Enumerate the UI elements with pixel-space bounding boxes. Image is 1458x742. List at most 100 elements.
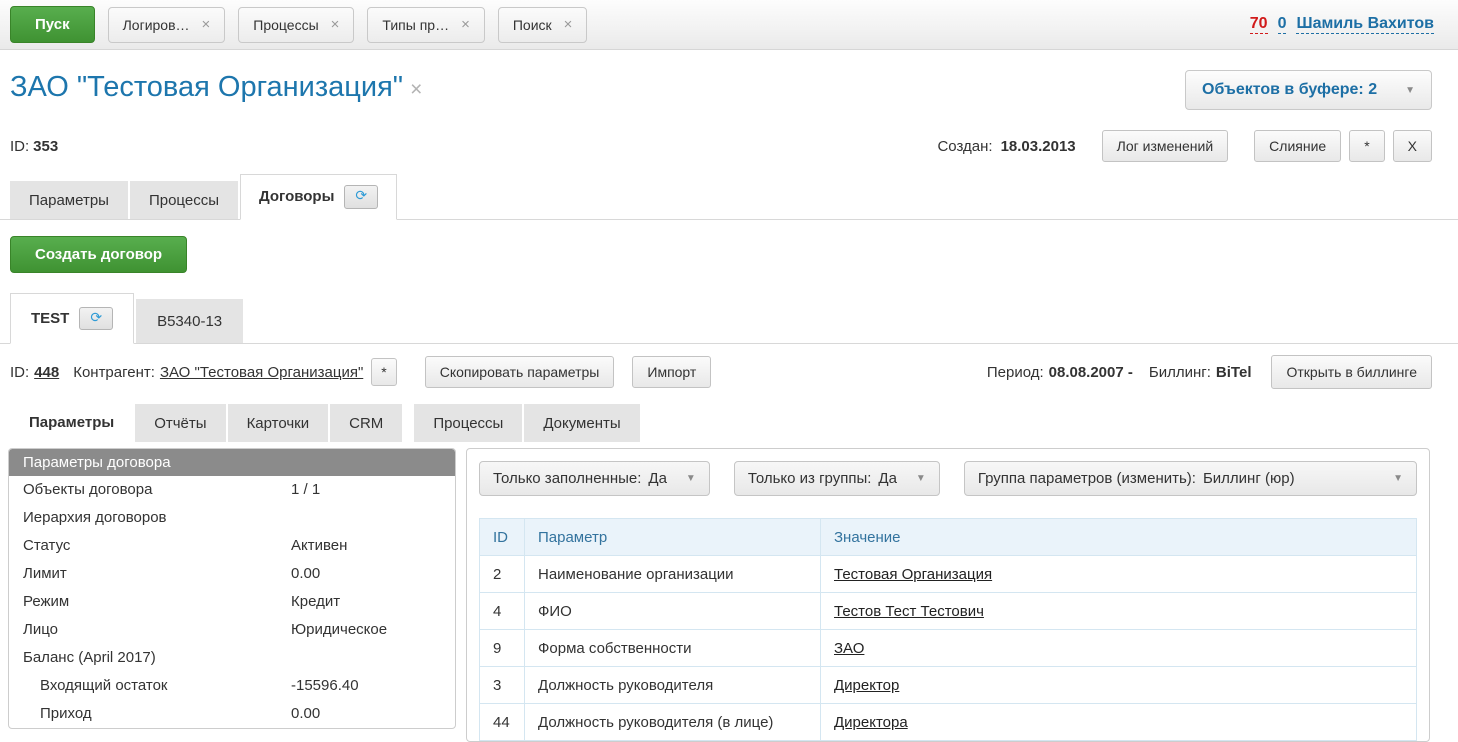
column-header-value: Значение bbox=[821, 519, 1417, 556]
contract-tab-test[interactable]: TEST ⟳ bbox=[10, 293, 134, 345]
top-tab-processes[interactable]: Процессы × bbox=[238, 7, 354, 43]
table-header-row: ID Параметр Значение bbox=[480, 519, 1417, 556]
refresh-button[interactable]: ⟳ bbox=[344, 185, 378, 209]
merge-button[interactable]: Слияние bbox=[1254, 130, 1341, 162]
user-name-link[interactable]: Шамиль Вахитов bbox=[1296, 15, 1434, 34]
table-row: 9 Форма собственности ЗАО bbox=[480, 630, 1417, 667]
created-label: Создан: bbox=[937, 138, 992, 155]
filter-parameter-group-dropdown[interactable]: Группа параметров (изменить): Биллинг (ю… bbox=[964, 461, 1417, 496]
tab-parameters[interactable]: Параметры bbox=[10, 181, 128, 219]
created-value: 18.03.2013 bbox=[1001, 138, 1076, 155]
param-label: Объекты договора bbox=[23, 480, 291, 500]
close-icon[interactable]: × bbox=[564, 17, 573, 32]
create-contract-button[interactable]: Создать договор bbox=[10, 236, 187, 273]
cell-value-link[interactable]: Тестов Тест Тестович bbox=[834, 603, 984, 620]
contractor-link[interactable]: ЗАО "Тестовая Организация" bbox=[160, 364, 363, 381]
filter-only-group-dropdown[interactable]: Только из группы: Да ▼ bbox=[734, 461, 940, 496]
contractor-star-button[interactable]: * bbox=[371, 358, 396, 386]
table-row: 3 Должность руководителя Директор bbox=[480, 667, 1417, 704]
param-label: Лимит bbox=[23, 564, 291, 584]
title-row: ЗАО "Тестовая Организация" × Объектов в … bbox=[0, 50, 1458, 110]
cell-id: 2 bbox=[480, 556, 525, 593]
top-toolbar: Пуск Логиров… × Процессы × Типы пр… × По… bbox=[0, 0, 1458, 50]
table-row: 4 ФИО Тестов Тест Тестович bbox=[480, 593, 1417, 630]
parameters-panel: Только заполненные: Да ▼ Только из групп… bbox=[466, 448, 1430, 742]
notification-count-red[interactable]: 70 bbox=[1250, 15, 1268, 34]
detail-tab-cards[interactable]: Карточки bbox=[228, 404, 329, 442]
param-value: Кредит bbox=[291, 592, 340, 612]
top-tab-search-label: Поиск bbox=[513, 17, 552, 33]
param-value: Активен bbox=[291, 536, 347, 556]
contract-info-row: ID: 448 Контрагент: ЗАО "Тестовая Органи… bbox=[0, 344, 1458, 389]
param-label: Иерархия договоров bbox=[23, 508, 291, 528]
tab-contracts[interactable]: Договоры ⟳ bbox=[240, 174, 397, 220]
notification-count-blue[interactable]: 0 bbox=[1278, 15, 1287, 34]
table-row: 2 Наименование организации Тестовая Орга… bbox=[480, 556, 1417, 593]
buffer-dropdown[interactable]: Объектов в буфере: 2 ▼ bbox=[1185, 70, 1432, 110]
param-label: Лицо bbox=[23, 620, 291, 640]
cell-value-link[interactable]: ЗАО bbox=[834, 640, 864, 657]
page: Пуск Логиров… × Процессы × Типы пр… × По… bbox=[0, 0, 1458, 742]
top-tab-logging-label: Логиров… bbox=[123, 17, 190, 33]
cell-value-link[interactable]: Тестовая Организация bbox=[834, 566, 992, 583]
chevron-down-icon: ▼ bbox=[1393, 473, 1403, 484]
close-icon[interactable]: × bbox=[331, 17, 340, 32]
filter-only-filled-dropdown[interactable]: Только заполненные: Да ▼ bbox=[479, 461, 710, 496]
open-in-billing-button[interactable]: Открыть в биллинге bbox=[1271, 355, 1432, 389]
contract-tab-b5340[interactable]: В5340-13 bbox=[136, 299, 243, 343]
billing-label: Биллинг: bbox=[1149, 364, 1211, 381]
create-contract-row: Создать договор bbox=[0, 220, 1458, 273]
param-label: Режим bbox=[23, 592, 291, 612]
detail-tab-documents[interactable]: Документы bbox=[524, 404, 639, 442]
tab-processes[interactable]: Процессы bbox=[130, 181, 238, 219]
contract-parameters-panel: Параметры договора Объекты договора 1 / … bbox=[8, 448, 456, 729]
contract-parameters-header: Параметры договора bbox=[9, 449, 455, 476]
top-tab-search[interactable]: Поиск × bbox=[498, 7, 588, 43]
contract-id-link[interactable]: 448 bbox=[34, 364, 59, 381]
close-object-button[interactable]: X bbox=[1393, 130, 1432, 162]
user-area: 70 0 Шамиль Вахитов bbox=[1250, 15, 1434, 34]
close-icon[interactable]: × bbox=[202, 17, 211, 32]
start-button[interactable]: Пуск bbox=[10, 6, 95, 43]
cell-value-link[interactable]: Директора bbox=[834, 714, 908, 731]
top-tab-logging[interactable]: Логиров… × bbox=[108, 7, 226, 43]
detail-tab-crm[interactable]: CRM bbox=[330, 404, 402, 442]
detail-tab-parameters[interactable]: Параметры bbox=[10, 403, 133, 442]
column-header-parameter: Параметр bbox=[525, 519, 821, 556]
filter-row: Только заполненные: Да ▼ Только из групп… bbox=[479, 461, 1417, 496]
param-row-incoming-balance: Входящий остаток -15596.40 bbox=[9, 672, 455, 700]
filter-value: Да bbox=[648, 470, 667, 487]
cell-parameter: ФИО bbox=[525, 593, 821, 630]
cell-parameter: Должность руководителя bbox=[525, 667, 821, 704]
filter-label: Только из группы: bbox=[748, 470, 872, 487]
detail-tab-reports[interactable]: Отчёты bbox=[135, 404, 225, 442]
param-label: Статус bbox=[23, 536, 291, 556]
close-icon[interactable]: × bbox=[410, 78, 422, 102]
table-row: 44 Должность руководителя (в лице) Дирек… bbox=[480, 704, 1417, 741]
import-button[interactable]: Импорт bbox=[632, 356, 711, 388]
cell-parameter: Форма собственности bbox=[525, 630, 821, 667]
copy-parameters-button[interactable]: Скопировать параметры bbox=[425, 356, 615, 388]
detail-tab-processes[interactable]: Процессы bbox=[414, 404, 522, 442]
param-label: Приход bbox=[23, 704, 291, 724]
chevron-down-icon: ▼ bbox=[686, 473, 696, 484]
chevron-down-icon: ▼ bbox=[1405, 85, 1415, 96]
change-log-button[interactable]: Лог изменений bbox=[1102, 130, 1229, 162]
top-tab-types[interactable]: Типы пр… × bbox=[367, 7, 484, 43]
period-label: Период: bbox=[987, 364, 1044, 381]
cell-value-link[interactable]: Директор bbox=[834, 677, 899, 694]
filter-value: Да bbox=[878, 470, 897, 487]
cell-parameter: Наименование организации bbox=[525, 556, 821, 593]
cell-id: 9 bbox=[480, 630, 525, 667]
star-button[interactable]: * bbox=[1349, 130, 1384, 162]
filter-label: Группа параметров (изменить): bbox=[978, 470, 1196, 487]
refresh-button[interactable]: ⟳ bbox=[79, 307, 113, 331]
cell-id: 4 bbox=[480, 593, 525, 630]
close-icon[interactable]: × bbox=[461, 17, 470, 32]
param-row-status: Статус Активен bbox=[9, 532, 455, 560]
contract-tabbar: TEST ⟳ В5340-13 bbox=[0, 293, 1458, 345]
parameters-table: ID Параметр Значение 2 Наименование орга… bbox=[479, 518, 1417, 741]
chevron-down-icon: ▼ bbox=[916, 473, 926, 484]
object-meta-row: ID: 353 Создан: 18.03.2013 Лог изменений… bbox=[0, 110, 1458, 162]
param-value: -15596.40 bbox=[291, 676, 359, 696]
